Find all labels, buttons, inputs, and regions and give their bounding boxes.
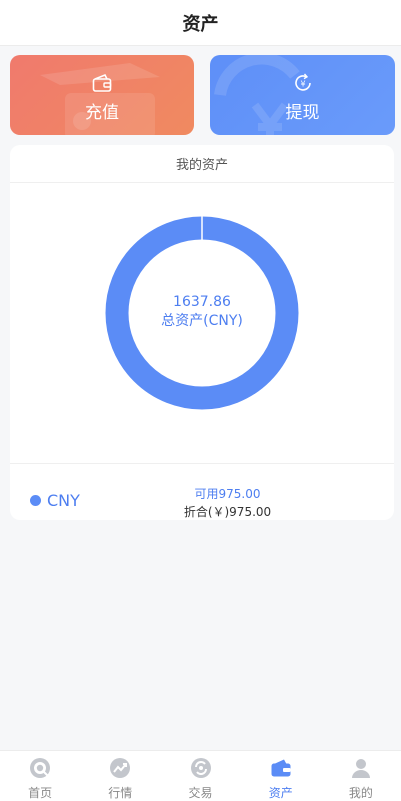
page-title: 资产 — [182, 13, 219, 35]
asset-available: 可用975.00 — [194, 487, 261, 501]
profile-icon — [351, 759, 370, 778]
currency-dot-icon — [30, 495, 41, 506]
tab-label: 首页 — [28, 786, 53, 800]
tab-label: 我的 — [348, 786, 373, 800]
trade-icon — [190, 758, 211, 778]
svg-text:¥: ¥ — [300, 80, 305, 89]
recharge-button[interactable]: 充值 — [10, 55, 194, 135]
asset-equivalent: 折合(￥)975.00 — [183, 505, 272, 519]
card-title: 我的资产 — [10, 145, 394, 183]
tab-market[interactable]: 行情 — [80, 751, 160, 801]
withdraw-button[interactable]: ¥ 提现 — [210, 55, 395, 135]
tab-trade[interactable]: 交易 — [160, 751, 240, 801]
my-assets-card: 我的资产 1637.86 总资产(CNY) CNY 可用975.00 折合(￥)… — [10, 145, 394, 520]
card-decoration-icon — [40, 63, 160, 135]
page-header: 资产 — [0, 0, 401, 46]
bottom-tabbar: 首页 行情 交易 资产 我的 — [0, 750, 401, 801]
tab-assets[interactable]: 资产 — [241, 751, 321, 801]
recharge-label: 充值 — [85, 103, 119, 123]
wallet-icon — [271, 759, 291, 777]
withdraw-icon: ¥ — [294, 73, 311, 91]
total-assets-value: 1637.86 — [173, 294, 231, 310]
wallet-icon — [92, 73, 112, 92]
asset-donut-chart: 1637.86 总资产(CNY) — [10, 184, 394, 463]
tab-label: 资产 — [268, 786, 293, 800]
home-icon — [30, 758, 51, 778]
market-icon — [110, 758, 131, 778]
asset-row[interactable]: CNY 可用975.00 折合(￥)975.00 — [10, 464, 394, 520]
tab-label: 交易 — [188, 786, 213, 800]
card-decoration-icon — [214, 55, 300, 135]
tab-home[interactable]: 首页 — [0, 751, 80, 801]
tab-profile[interactable]: 我的 — [321, 751, 401, 801]
tab-label: 行情 — [108, 786, 133, 800]
total-assets-label: 总资产(CNY) — [161, 313, 243, 329]
withdraw-label: 提现 — [285, 103, 320, 123]
asset-currency: CNY — [47, 491, 80, 510]
